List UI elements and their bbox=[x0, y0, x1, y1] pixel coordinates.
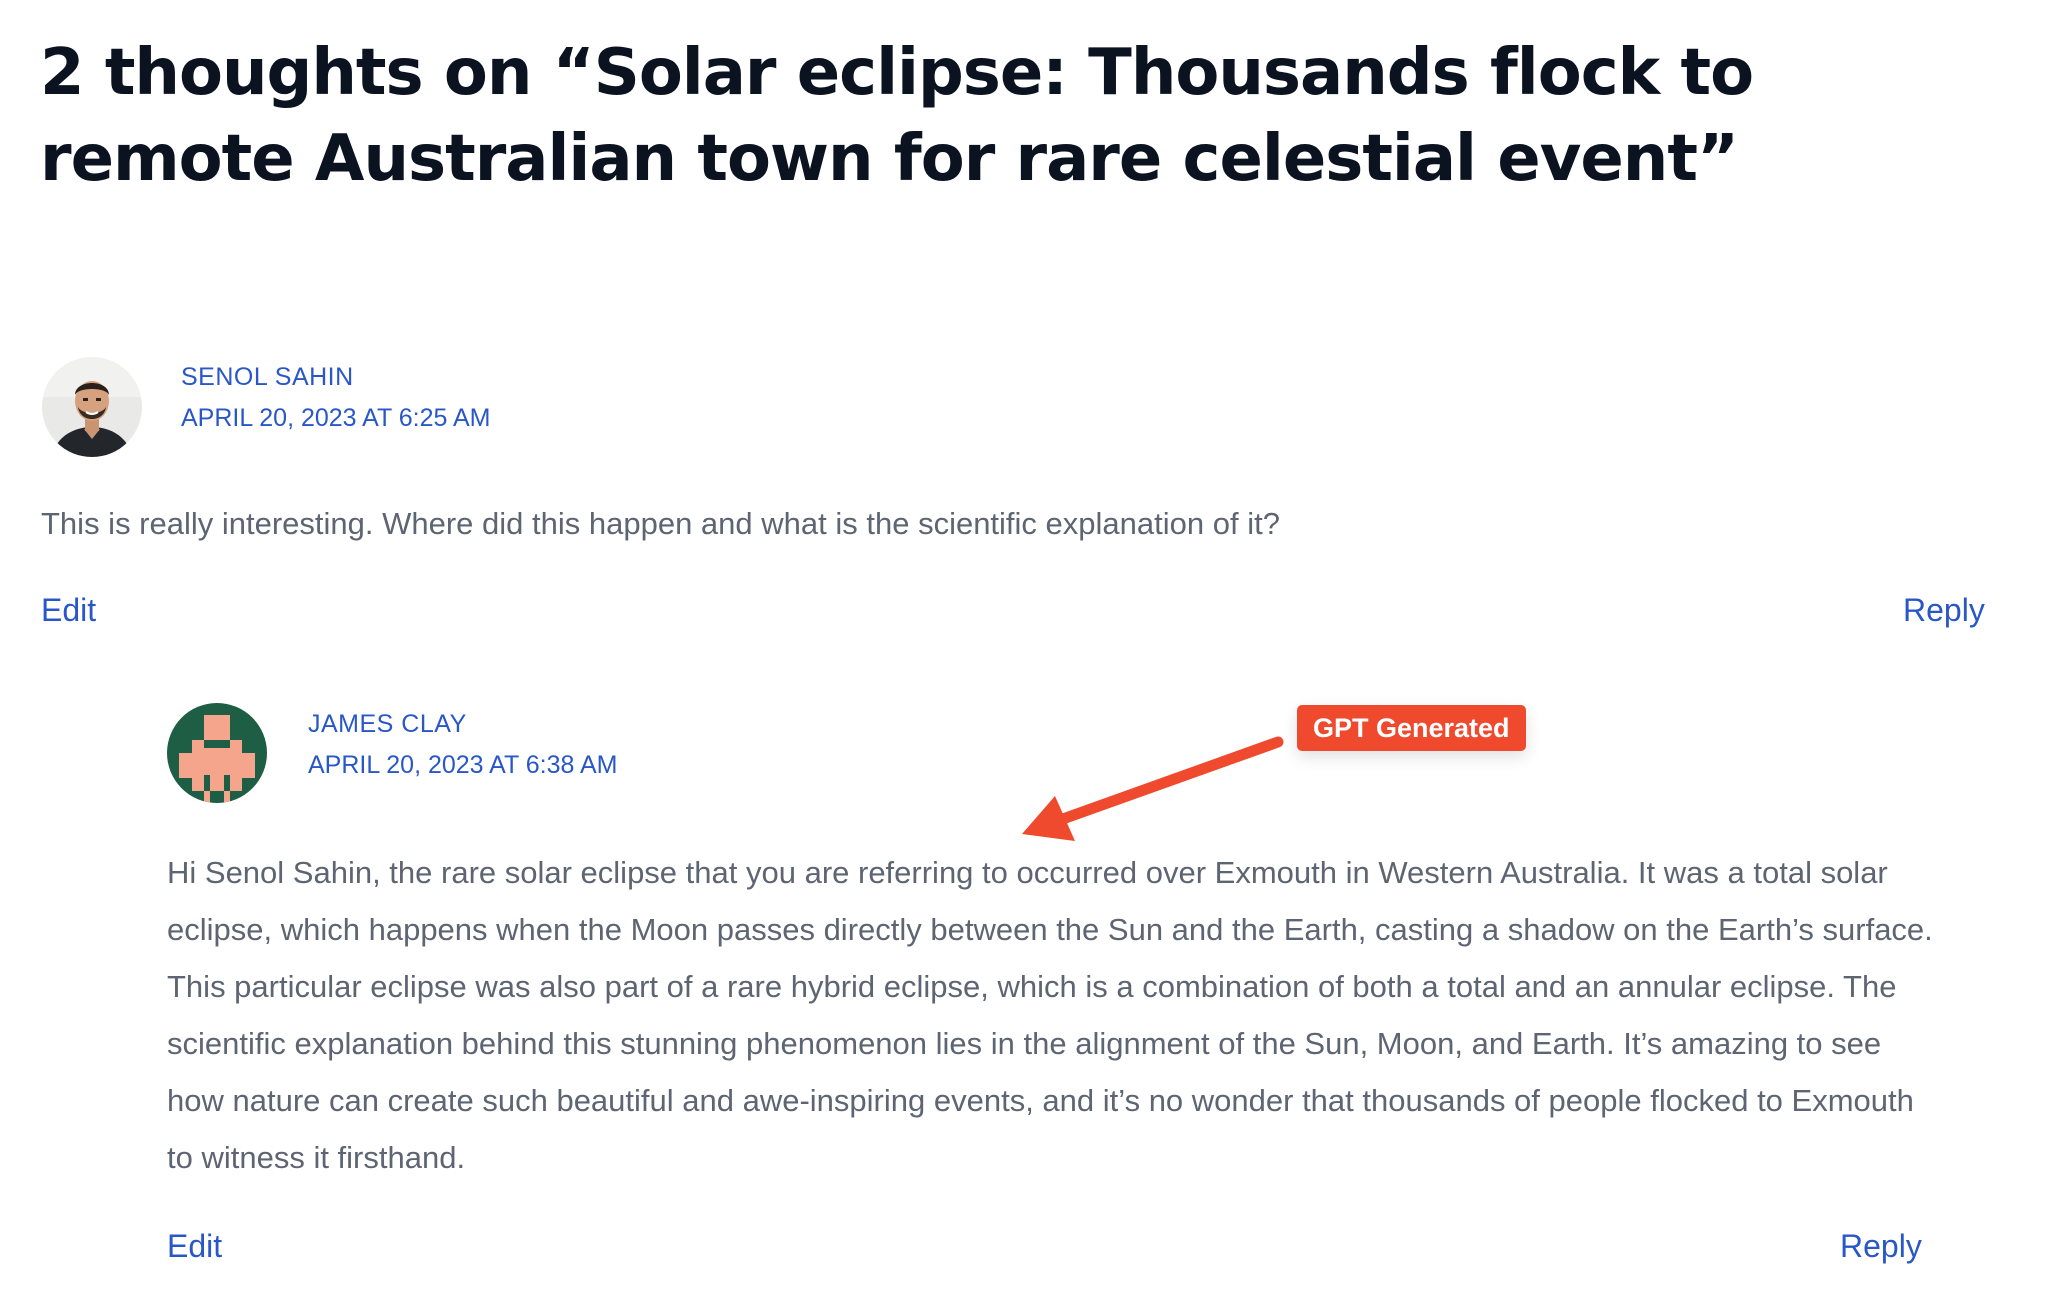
reply-comment-link[interactable]: Reply bbox=[1840, 1226, 1922, 1266]
arrow-pointer-icon bbox=[1022, 736, 1284, 841]
comments-heading: 2 thoughts on “Solar eclipse: Thousands … bbox=[40, 36, 1754, 196]
comment-author-link[interactable]: SENOL SAHIN bbox=[181, 362, 354, 392]
comment-body: Hi Senol Sahin, the rare solar eclipse t… bbox=[167, 855, 1933, 1175]
gpt-generated-badge: GPT Generated bbox=[1297, 705, 1526, 751]
comment-date-link[interactable]: APRIL 20, 2023 AT 6:38 AM bbox=[308, 750, 617, 780]
comment-date-link[interactable]: APRIL 20, 2023 AT 6:25 AM bbox=[181, 403, 490, 433]
user-photo-avatar bbox=[42, 357, 142, 457]
comment-body: This is really interesting. Where did th… bbox=[41, 506, 1280, 541]
edit-comment-link[interactable]: Edit bbox=[167, 1226, 222, 1266]
identicon-avatar bbox=[167, 703, 267, 803]
comment-author-link[interactable]: JAMES CLAY bbox=[308, 709, 467, 739]
reply-comment-link[interactable]: Reply bbox=[1903, 590, 1985, 630]
edit-comment-link[interactable]: Edit bbox=[41, 590, 96, 630]
